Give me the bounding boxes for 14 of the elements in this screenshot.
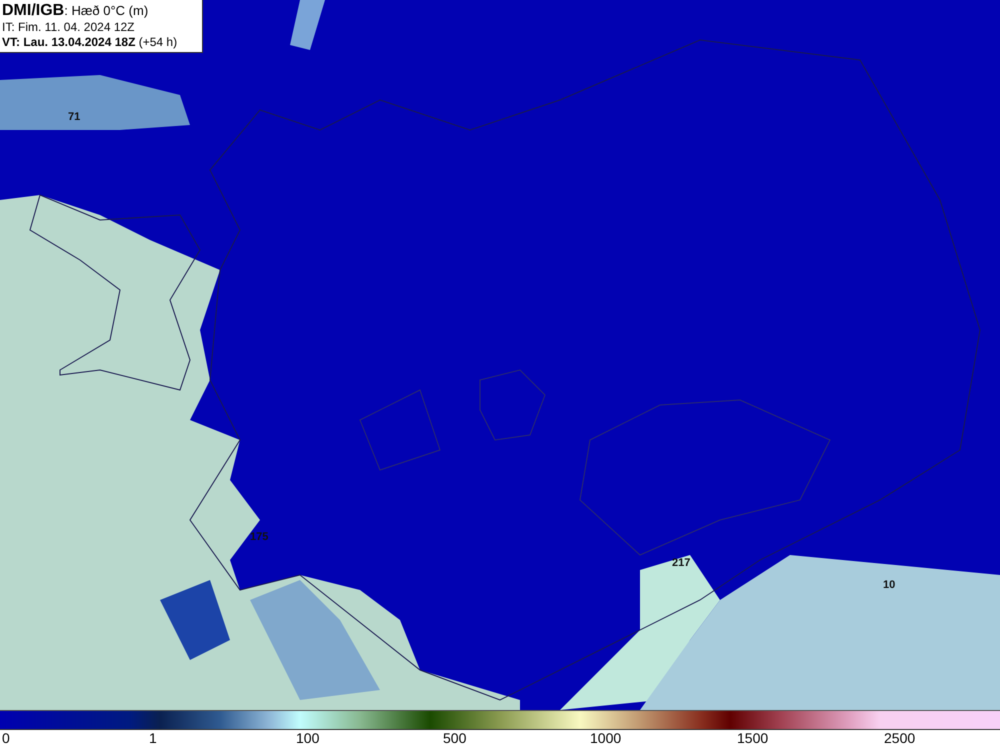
map-title: DMI/IGB: Hæð 0°C (m) [2, 2, 150, 20]
scale-label: 500 [443, 730, 468, 746]
point-value: 217 [672, 557, 690, 569]
scale-label: 2500 [884, 730, 916, 746]
forecast-time: IT: Fim. 11. 04. 2024 12Z [2, 20, 136, 35]
scale-label: 1000 [590, 730, 622, 746]
point-value: 175 [250, 531, 268, 543]
forecast-time: VT: Lau. 13.04.2024 18Z (+54 h) [2, 35, 178, 50]
scale-label: 100 [296, 730, 320, 746]
scale-label: 1500 [737, 730, 770, 746]
point-value: 10 [883, 579, 896, 591]
point-value: 71 [68, 111, 80, 123]
scale-label: 0 [2, 730, 11, 746]
scale-label: 1 [149, 730, 158, 746]
